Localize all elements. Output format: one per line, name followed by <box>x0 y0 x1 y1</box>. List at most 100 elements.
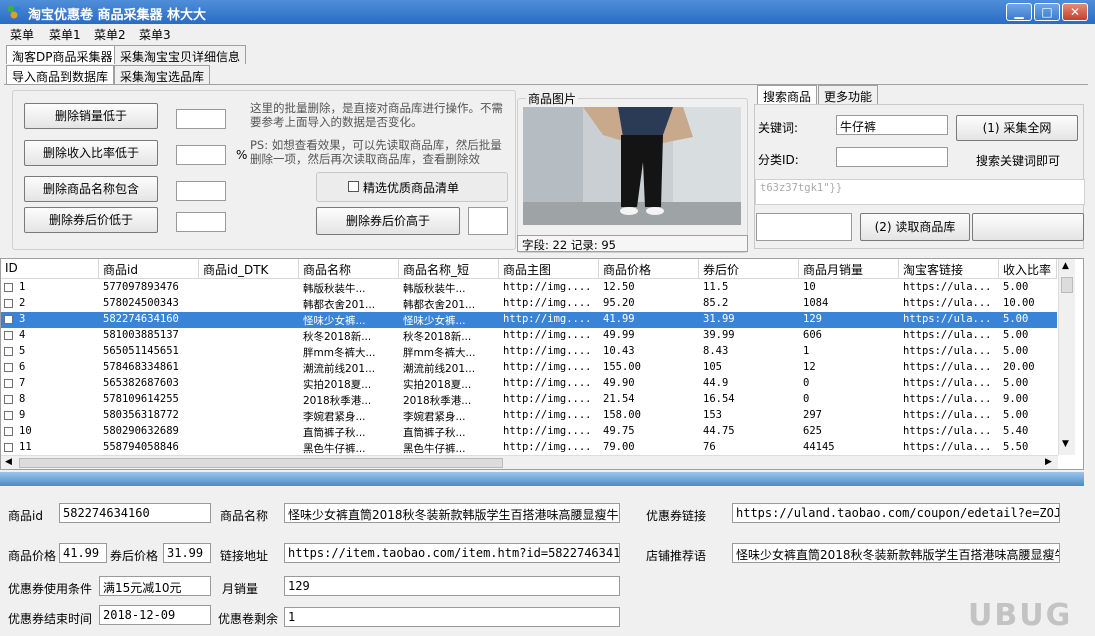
delete-after-coupon-high-button[interactable]: 删除券后价高于 <box>316 207 460 235</box>
menu-item-3[interactable]: 菜单3 <box>139 26 171 43</box>
read-db-input[interactable] <box>756 213 852 241</box>
scroll-left-icon[interactable]: ◀ <box>5 457 12 467</box>
table-cell: 21.54 <box>603 393 635 405</box>
scroll-right-icon[interactable]: ▶ <box>1045 457 1052 467</box>
table-cell: 秋冬2018新... <box>303 331 372 343</box>
menu-item-2[interactable]: 菜单2 <box>94 26 126 43</box>
horizontal-scroll-thumb[interactable] <box>19 458 503 468</box>
after-coupon-high-input[interactable] <box>468 207 508 235</box>
image-panel-title: 商品图片 <box>526 90 579 107</box>
row-checkbox[interactable] <box>4 427 13 436</box>
delete-sales-low-button[interactable]: 删除销量低于 <box>24 103 158 129</box>
detail-monthly-label: 月销量 <box>222 582 259 596</box>
income-threshold-input[interactable] <box>176 145 226 165</box>
table-cell: http://img.... <box>503 297 592 309</box>
after-coupon-low-input[interactable] <box>176 212 226 232</box>
tab-more-features[interactable]: 更多功能 <box>818 85 879 104</box>
sales-threshold-input[interactable] <box>176 109 226 129</box>
detail-link-field[interactable]: https://item.taobao.com/item.htm?id=5822… <box>284 543 620 563</box>
tab-collect-details[interactable]: 采集淘宝宝贝详细信息 <box>114 45 247 64</box>
goods-grid[interactable]: ID 商品id 商品id_DTK 商品名称 商品名称_短 商品主图 商品价格 券后价 商品月销量… <box>0 258 1084 470</box>
grid-column-header[interactable]: 商品价格 <box>599 259 699 279</box>
scroll-down-icon[interactable]: ▼ <box>1062 439 1069 449</box>
tab-import-db[interactable]: 导入商品到数据库 <box>6 65 115 84</box>
row-checkbox[interactable] <box>4 379 13 388</box>
grid-column-header[interactable]: 商品id_DTK <box>199 259 299 279</box>
table-row[interactable]: 10 580290632689 直筒裤子秋... 直筒裤子秋... http://img… <box>1 424 1057 440</box>
table-cell <box>199 360 299 376</box>
table-row[interactable]: 9 580356318772 李婉君紧身... 李婉君紧身... http://img.… <box>1 408 1057 424</box>
row-checkbox[interactable] <box>4 283 13 292</box>
detail-coupon-link-field[interactable]: https://uland.taobao.com/coupon/edetail?… <box>732 503 1060 523</box>
keyword-input[interactable]: 牛仔裤 <box>836 115 948 135</box>
detail-monthly-field[interactable]: 129 <box>284 576 620 596</box>
detail-remain-field[interactable]: 1 <box>284 607 620 627</box>
detail-shop-field[interactable]: 怪味少女裤直筒2018秋冬装新款韩版学生百搭港味高腰显瘦牛 <box>732 543 1060 563</box>
grid-column-header[interactable]: 商品月销量 <box>799 259 899 279</box>
row-checkbox[interactable] <box>4 299 13 308</box>
table-cell: 8.43 <box>703 345 729 357</box>
app-icon <box>6 4 22 20</box>
row-checkbox[interactable] <box>4 411 13 420</box>
grid-column-header[interactable]: 商品id <box>99 259 199 279</box>
delete-name-contains-button[interactable]: 删除商品名称包含 <box>24 176 158 202</box>
table-cell: 85.2 <box>703 297 729 309</box>
row-checkbox[interactable] <box>4 395 13 404</box>
name-contains-input[interactable] <box>176 181 226 201</box>
detail-after-price-field[interactable]: 31.99 <box>163 543 211 563</box>
table-cell: 582274634160 <box>103 313 179 325</box>
quality-checkbox-label: 精选优质商品清单 <box>363 181 460 195</box>
detail-id-field[interactable]: 582274634160 <box>59 503 211 523</box>
grid-column-header[interactable]: ID <box>1 259 99 279</box>
table-row[interactable]: 8 578109614255 2018秋季港... 2018秋季港... http://… <box>1 392 1057 408</box>
row-checkbox[interactable] <box>4 443 13 452</box>
maximize-button[interactable]: □ <box>1034 3 1060 21</box>
table-row[interactable]: 1 577097893476 韩版秋装牛... 韩版秋装牛... http://img.… <box>1 280 1057 296</box>
grid-column-header[interactable]: 淘宝客链接 <box>899 259 999 279</box>
read-db-button[interactable]: (2) 读取商品库 <box>860 213 970 241</box>
table-cell: 12.50 <box>603 281 635 293</box>
detail-end-field[interactable]: 2018-12-09 <box>99 605 211 625</box>
detail-price-field[interactable]: 41.99 <box>59 543 107 563</box>
row-checkbox[interactable] <box>4 363 13 372</box>
quality-checkbox[interactable] <box>348 181 359 192</box>
delete-income-low-button[interactable]: 删除收入比率低于 <box>24 140 158 166</box>
scroll-up-icon[interactable]: ▲ <box>1062 261 1069 271</box>
blank-action-button[interactable] <box>972 213 1084 241</box>
table-row[interactable]: 4 581003885137 秋冬2018新... 秋冬2018新... http://… <box>1 328 1057 344</box>
grid-horizontal-scrollbar[interactable]: ◀ ▶ <box>1 455 1058 469</box>
collect-all-button[interactable]: (1) 采集全网 <box>956 115 1078 141</box>
grid-column-header[interactable]: 商品名称_短 <box>399 259 499 279</box>
tab-dp-collector[interactable]: 淘客DP商品采集器 <box>6 45 119 64</box>
grid-column-header[interactable]: 商品主图 <box>499 259 599 279</box>
row-checkbox[interactable] <box>4 347 13 356</box>
menu-item-main[interactable]: 菜单 <box>10 26 34 43</box>
table-row[interactable]: 11 558794058846 黑色牛仔裤... 黑色牛仔裤... http://img… <box>1 440 1057 456</box>
minimize-button[interactable]: ▁ <box>1006 3 1032 21</box>
vertical-scroll-thumb[interactable] <box>1061 277 1073 293</box>
tab-selection-library[interactable]: 采集淘宝选品库 <box>114 65 211 84</box>
category-input[interactable] <box>836 147 948 167</box>
delete-after-coupon-low-button[interactable]: 删除券后价低于 <box>24 207 158 233</box>
table-row[interactable]: 3 582274634160 怪味少女裤... 怪味少女裤... http://img.… <box>1 312 1057 328</box>
grid-column-header[interactable]: 券后价 <box>699 259 799 279</box>
table-row[interactable]: 5 565051145651 胖mm冬裤大... 胖mm冬裤大... http://im… <box>1 344 1057 360</box>
grid-vertical-scrollbar[interactable]: ▲ ▼ <box>1058 259 1075 455</box>
table-row[interactable]: 2 578024500343 韩都衣舍201... 韩都衣舍201... http://… <box>1 296 1057 312</box>
row-checkbox[interactable] <box>4 315 13 324</box>
grid-column-header[interactable]: 收入比率 <box>999 259 1057 279</box>
table-cell <box>199 296 299 312</box>
close-button[interactable]: ✕ <box>1062 3 1088 21</box>
tab-search-goods[interactable]: 搜索商品 <box>757 85 818 104</box>
grid-column-header[interactable]: 商品名称 <box>299 259 399 279</box>
table-row[interactable]: 6 578468334861 潮流前线201... 潮流前线201... http://… <box>1 360 1057 376</box>
panel-splitter[interactable] <box>0 472 1084 486</box>
detail-condition-field[interactable]: 满15元减10元 <box>99 576 211 596</box>
row-checkbox[interactable] <box>4 331 13 340</box>
table-cell: 558794058846 <box>103 441 179 453</box>
table-row[interactable]: 7 565382687603 实拍2018夏... 实拍2018夏... http://… <box>1 376 1057 392</box>
menu-item-1[interactable]: 菜单1 <box>49 26 81 43</box>
detail-name-field[interactable]: 怪味少女裤直筒2018秋冬装新款韩版学生百搭港味高腰显瘦牛仔 <box>284 503 620 523</box>
table-cell: 16.54 <box>703 393 735 405</box>
table-cell: 12 <box>803 361 816 373</box>
